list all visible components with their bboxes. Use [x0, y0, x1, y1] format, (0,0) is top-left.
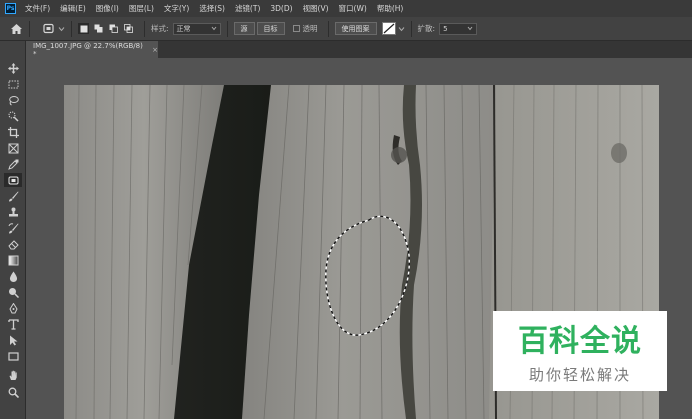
menu-file[interactable]: 文件(F) [25, 3, 50, 14]
menu-layer[interactable]: 图层(L) [129, 3, 154, 14]
frame-tool[interactable] [4, 141, 22, 155]
stamp-tool[interactable] [4, 205, 22, 219]
crop-tool[interactable] [4, 125, 22, 139]
separator [144, 20, 145, 37]
type-icon [7, 318, 19, 330]
marquee-icon [8, 80, 18, 88]
separator [226, 20, 228, 37]
patch-tool[interactable] [4, 173, 22, 187]
document-tab-bar: IMG_1007.JPG @ 22.7%(RGB/8) * × [26, 41, 692, 58]
add-selection-icon [94, 24, 103, 33]
subtract-selection-icon [109, 24, 118, 33]
patch-mode-value: 正常 [176, 24, 191, 33]
home-icon [10, 23, 22, 34]
watermark-title: 百科全说 [518, 324, 642, 359]
blur-icon [9, 271, 17, 282]
new-selection-button[interactable] [78, 23, 89, 34]
pen-icon [8, 302, 18, 313]
patch-icon [43, 23, 54, 34]
rectangle-tool[interactable] [4, 349, 22, 363]
new-selection-icon [80, 25, 87, 32]
menu-help[interactable]: 帮助(H) [377, 3, 404, 14]
use-pattern-button[interactable]: 使用图案 [334, 22, 377, 35]
eyedropper-tool[interactable] [4, 157, 22, 171]
path-select-tool[interactable] [4, 333, 22, 347]
lasso-tool[interactable] [4, 93, 22, 107]
intersect-selection-button[interactable] [123, 23, 134, 34]
tools-panel [0, 41, 26, 419]
brush-tool[interactable] [4, 189, 22, 203]
close-icon[interactable]: × [152, 46, 158, 54]
pattern-preview-icon [383, 23, 394, 34]
intersect-selection-icon [124, 24, 133, 33]
photoshop-logo[interactable]: Ps [5, 3, 16, 14]
frame-icon [8, 143, 18, 153]
hand-tool[interactable] [4, 368, 22, 382]
zoom-tool[interactable] [4, 385, 22, 399]
menu-window[interactable]: 窗口(W) [339, 3, 367, 14]
menu-view[interactable]: 视图(V) [303, 3, 329, 14]
pattern-swatch[interactable] [381, 22, 396, 35]
hand-icon [9, 370, 17, 380]
transparent-label: 透明 [302, 24, 318, 33]
menu-edit[interactable]: 编辑(E) [60, 3, 86, 14]
lasso-icon [8, 95, 19, 105]
separator [327, 20, 329, 37]
stamp-icon [8, 207, 18, 216]
separator [71, 20, 72, 37]
blur-tool[interactable] [4, 269, 22, 283]
chevron-down-icon [467, 26, 473, 31]
chevron-down-icon [211, 26, 216, 31]
eyedropper-icon [7, 159, 18, 170]
quick-select-icon [8, 111, 19, 122]
menu-3d[interactable]: 3D(D) [270, 4, 292, 13]
gradient-icon [8, 255, 18, 265]
gradient-tool[interactable] [4, 253, 22, 267]
menu-image[interactable]: 图像(I) [96, 3, 119, 14]
menu-bar: Ps 文件(F) 编辑(E) 图像(I) 图层(L) 文字(Y) 选择(S) 滤… [0, 0, 692, 17]
tool-preset-picker[interactable] [42, 23, 65, 34]
target-button[interactable]: 目标 [256, 22, 285, 35]
dodge-tool[interactable] [4, 285, 22, 299]
menu-type[interactable]: 文字(Y) [164, 3, 189, 14]
patch-mode-select[interactable]: 正常 [172, 22, 221, 35]
menu-select[interactable]: 选择(S) [199, 3, 225, 14]
patch-label: 样式: [151, 24, 169, 33]
crop-icon [7, 126, 19, 138]
diffusion-select[interactable]: 5 [439, 22, 478, 35]
pen-tool[interactable] [4, 301, 22, 315]
transparent-checkbox[interactable] [292, 25, 300, 32]
move-tool[interactable] [4, 61, 22, 75]
options-bar: 样式: 正常 源 目标 透明 使用图案 扩散: 5 [0, 17, 692, 41]
subtract-selection-button[interactable] [108, 23, 119, 34]
zoom-icon [8, 387, 19, 398]
quick-select-tool[interactable] [4, 109, 22, 123]
watermark-subtitle: 助你轻松解决 [528, 366, 631, 384]
history-brush-tool[interactable] [4, 221, 22, 235]
move-icon [7, 62, 19, 74]
history-brush-icon [8, 222, 18, 233]
chevron-down-icon [58, 26, 65, 31]
home-button[interactable] [9, 22, 23, 36]
type-tool[interactable] [4, 317, 22, 331]
document-tab-title: IMG_1007.JPG @ 22.7%(RGB/8) * [33, 41, 143, 58]
diffusion-value: 5 [443, 24, 448, 33]
source-button[interactable]: 源 [233, 22, 255, 35]
marquee-tool[interactable] [4, 77, 22, 91]
separator [410, 20, 412, 37]
menu-filter[interactable]: 滤镜(T) [235, 3, 260, 14]
patch-icon [8, 176, 18, 184]
diffusion-label: 扩散: [417, 24, 436, 33]
eraser-tool[interactable] [4, 237, 22, 251]
chevron-down-icon[interactable] [398, 26, 405, 32]
document-tab[interactable]: IMG_1007.JPG @ 22.7%(RGB/8) * × [26, 41, 158, 58]
separator [29, 20, 30, 37]
dodge-icon [8, 287, 19, 298]
brush-icon [8, 191, 18, 201]
watermark-box: 百科全说 助你轻松解决 [493, 311, 667, 391]
add-selection-button[interactable] [93, 23, 104, 34]
eraser-icon [7, 239, 19, 249]
rectangle-icon [7, 351, 19, 361]
path-select-icon [9, 335, 17, 345]
